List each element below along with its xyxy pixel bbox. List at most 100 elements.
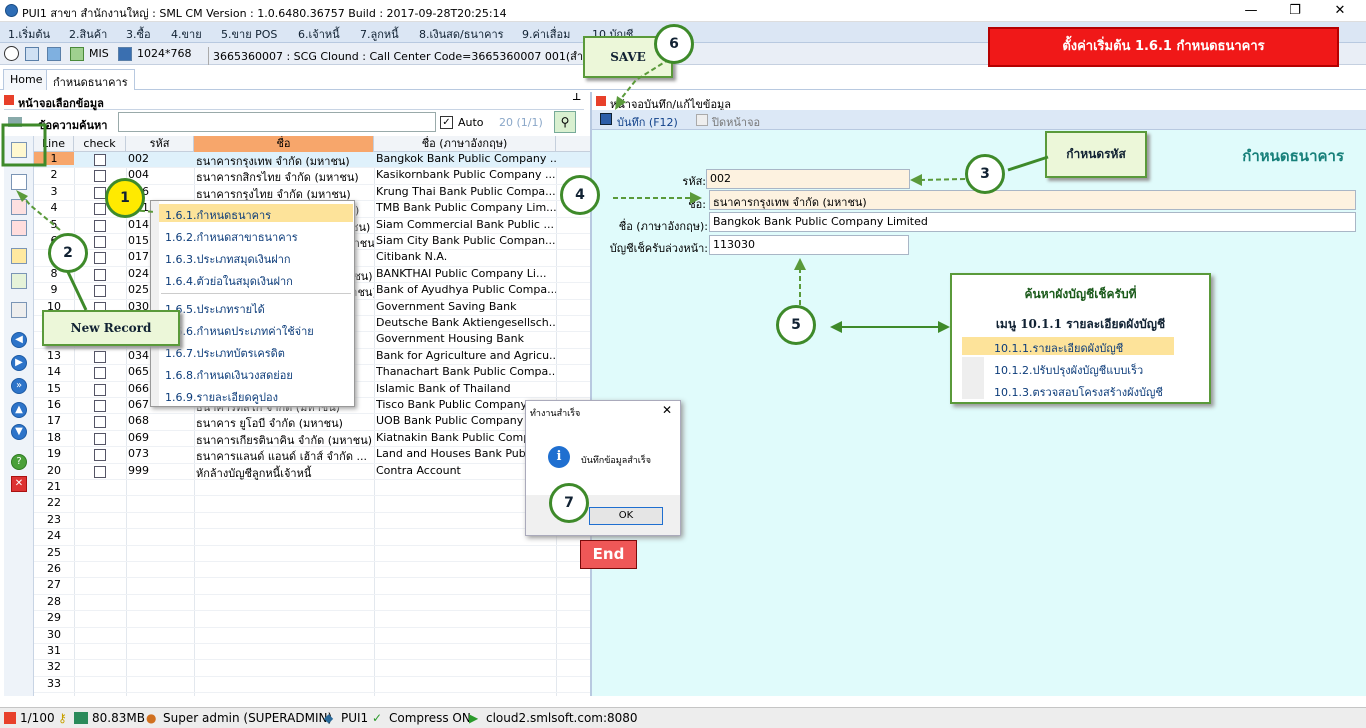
menu-item-petty-cash[interactable]: 1.6.8.กำหนดเงินวงสดย่อย [165, 366, 293, 384]
menu-payable[interactable]: 6.เจ้าหนี้ [298, 25, 340, 43]
row-checkbox[interactable] [94, 203, 106, 216]
print-icon[interactable] [11, 302, 27, 318]
row-checkbox[interactable] [94, 252, 106, 265]
row-checkbox[interactable] [94, 154, 106, 166]
minimize-button[interactable]: — [1233, 2, 1269, 20]
table-row[interactable]: 24 [34, 529, 590, 546]
row-checkbox[interactable] [94, 268, 106, 281]
col-code[interactable]: รหัส [126, 136, 194, 152]
menu-pos[interactable]: 5.ขาย POS [221, 25, 277, 43]
menu-item-credit-card[interactable]: 1.6.7.ประเภทบัตรเครดิต [165, 344, 285, 362]
save-icon[interactable] [600, 113, 612, 125]
search-icon[interactable]: ⚲ [554, 111, 576, 133]
table-row[interactable]: 26 [34, 562, 590, 579]
new-record-icon[interactable] [11, 142, 27, 158]
table-row[interactable]: 20 999 หักล้างบัญชีลูกหนี้เจ้าหนี้ Contra A… [34, 464, 590, 480]
maximize-button[interactable]: ❐ [1277, 2, 1313, 20]
auto-checkbox[interactable]: ✓ [440, 116, 453, 129]
row-checkbox[interactable] [94, 383, 106, 396]
table-row[interactable]: 27 [34, 578, 590, 595]
mis-label[interactable]: MIS [89, 47, 109, 60]
menu-item-passbook-abbr[interactable]: 1.6.4.ตัวย่อในสมุดเงินฝาก [165, 272, 293, 290]
pin-icon[interactable]: ⊥ [572, 92, 581, 103]
cheque-account-field[interactable]: 113030 [709, 235, 909, 255]
name-en-field[interactable]: Bangkok Bank Public Company Limited [709, 212, 1356, 232]
menu-sell[interactable]: 4.ขาย [171, 25, 202, 43]
row-checkbox[interactable] [94, 219, 106, 232]
menu-start[interactable]: 1.เริ่มต้น [8, 25, 50, 43]
name-field[interactable]: ธนาคารกรุงเทพ จำกัด (มหาชน) [709, 190, 1356, 210]
table-row[interactable]: 32 [34, 660, 590, 677]
window-icon [596, 96, 606, 106]
ok-button[interactable]: OK [589, 507, 663, 525]
row-checkbox[interactable] [94, 416, 106, 429]
export-icon[interactable] [11, 273, 27, 289]
calculator-icon[interactable] [47, 47, 61, 61]
col-name-en[interactable]: ชื่อ (ภาษาอังกฤษ) [374, 136, 556, 152]
table-row[interactable]: 29 [34, 611, 590, 628]
edit-icon[interactable] [11, 174, 27, 190]
tab-home[interactable]: Home [3, 69, 50, 90]
table-row[interactable]: 23 [34, 513, 590, 530]
menu-buy[interactable]: 3.ซื้อ [126, 25, 151, 43]
table-row[interactable]: 22 [34, 496, 590, 513]
panel-icon[interactable] [25, 47, 39, 61]
col-check[interactable]: check [74, 136, 126, 152]
check-list-icon[interactable] [11, 199, 27, 215]
table-row[interactable]: 28 [34, 595, 590, 612]
col-name[interactable]: ชื่อ [194, 136, 374, 152]
table-row[interactable]: 17 068 ธนาคาร ยูโอบี จำกัด (มหาชน) UOB Bank… [34, 414, 590, 431]
col-line[interactable]: Line [34, 136, 74, 152]
row-code: 017 [128, 250, 149, 264]
arrow-down-icon[interactable]: ▼ [11, 424, 27, 440]
help-icon[interactable]: ? [11, 454, 27, 470]
menu-cash-bank[interactable]: 8.เงินสด/ธนาคาร [419, 25, 504, 43]
menu-receivable[interactable]: 7.ลูกหนี้ [360, 25, 399, 43]
menu-item-branch[interactable]: 1.6.2.กำหนดสาขาธนาคาร [165, 228, 298, 246]
clock-icon[interactable] [4, 46, 19, 61]
table-row[interactable]: 18 069 ธนาคารเกียรตินาคิน จำกัด (มหาชน) Kia… [34, 431, 590, 448]
delete-doc-icon[interactable] [11, 220, 27, 236]
fast-forward-icon[interactable]: » [11, 378, 27, 394]
arrow-right-icon[interactable]: ▶ [11, 355, 27, 371]
row-en: Krung Thai Bank Public Compa... [376, 184, 556, 198]
table-row[interactable]: 30 [34, 628, 590, 644]
chart-icon[interactable] [70, 47, 84, 61]
search-input[interactable] [118, 112, 436, 132]
status-window-icon [4, 712, 16, 724]
close-screen-icon[interactable] [696, 114, 708, 126]
table-row[interactable]: 33 [34, 677, 590, 694]
row-checkbox[interactable] [94, 170, 106, 183]
table-row[interactable]: 1 002 ธนาคารกรุงเทพ จำกัด (มหาชน) Bangkok B… [34, 152, 590, 169]
row-checkbox[interactable] [94, 449, 106, 462]
code-field[interactable]: 002 [706, 169, 910, 189]
row-checkbox[interactable] [94, 465, 106, 478]
menu-depreciation[interactable]: 9.ค่าเสื่อม [522, 25, 570, 43]
close-window-button[interactable]: ✕ [1322, 2, 1358, 20]
code-label: รหัส: [682, 175, 706, 188]
table-row[interactable]: 21 [34, 480, 590, 497]
close-screen-button[interactable]: ปิดหน้าจอ [712, 113, 760, 131]
arrow-left-icon[interactable]: ◀ [11, 332, 27, 348]
row-checkbox[interactable] [94, 236, 106, 248]
dialog-close-button[interactable]: ✕ [662, 403, 672, 417]
table-row[interactable]: 19 073 ธนาคารแลนด์ แอนด์ เฮ้าส์ จำกัด ... L… [34, 447, 590, 464]
table-row[interactable]: 25 [34, 546, 590, 562]
row-checkbox[interactable] [94, 285, 106, 298]
side-toolbar: ◀ ▶ » ▲ ▼ ? ✕ [4, 136, 34, 696]
row-checkbox[interactable] [94, 350, 106, 363]
table-row[interactable]: 31 [34, 644, 590, 661]
lock-icon[interactable] [11, 248, 27, 264]
menu-item-expense-type[interactable]: 1.6.6.กำหนดประเภทค่าใช้จ่าย [165, 322, 314, 340]
row-checkbox[interactable] [94, 367, 106, 380]
tab-bank-setup[interactable]: กำหนดธนาคาร [46, 69, 135, 90]
menu-product[interactable]: 2.สินค้า [69, 25, 107, 43]
row-checkbox[interactable] [94, 400, 106, 412]
menu-item-passbook-type[interactable]: 1.6.3.ประเภทสมุดเงินฝาก [165, 250, 291, 268]
arrow-up-icon[interactable]: ▲ [11, 402, 27, 418]
save-button[interactable]: บันทึก (F12) [617, 113, 678, 131]
close-icon[interactable]: ✕ [11, 476, 27, 492]
row-checkbox[interactable] [94, 432, 106, 445]
menu-item-bank[interactable]: 1.6.1.กำหนดธนาคาร [165, 206, 271, 224]
menu-item-coupon[interactable]: 1.6.9.รายละเอียดคูปอง [165, 388, 278, 406]
